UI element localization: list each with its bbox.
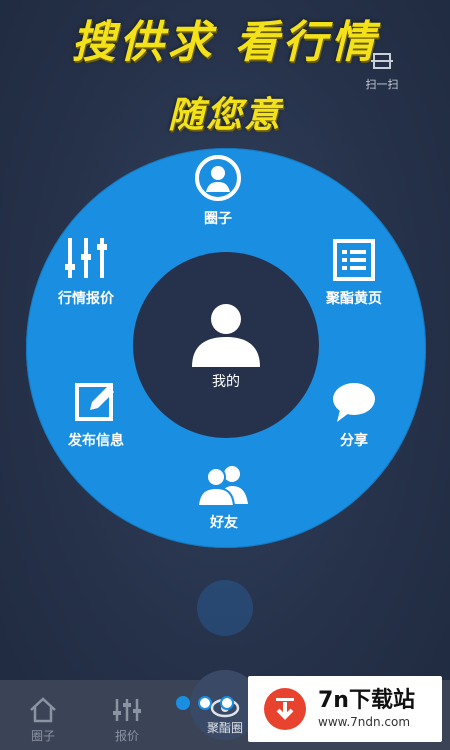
user-silhouette-icon [192,304,260,367]
tab-label-polyester-circle: 聚酯圈 [206,721,243,735]
background-glow [197,580,253,636]
menu-label-publish: 发布信息 [68,433,124,449]
tab-quotes[interactable]: 报价 [97,697,157,744]
edit-icon [75,383,114,421]
list-doc-icon [333,239,375,281]
menu-item-publish[interactable]: 发布信息 [68,380,124,450]
menu-item-circle[interactable]: 圈子 [194,154,242,228]
page-dot[interactable] [220,696,234,710]
watermark-title: 7n下载站 [318,688,415,713]
download-logo-icon [264,688,306,730]
page-indicator [176,696,234,710]
my-profile-button[interactable]: 我的 [133,252,319,438]
tab-label-quotes: 报价 [114,729,139,743]
menu-label-circle: 圈子 [204,211,232,227]
menu-item-share[interactable]: 分享 [331,380,377,450]
menu-label-friends: 好友 [210,515,238,531]
sliders-icon [65,238,107,278]
page-dot[interactable] [176,696,190,710]
page-dot[interactable] [198,696,212,710]
home-icon [30,697,56,723]
scan-icon [371,53,393,69]
person-circle-icon [195,155,241,201]
menu-label-share: 分享 [340,433,368,449]
tab-label-circle: 圈子 [30,729,55,743]
menu-item-yellow-pages[interactable]: 聚酯黄页 [326,238,382,308]
menu-item-friends[interactable]: 好友 [196,462,252,532]
menu-item-quotes[interactable]: 行情报价 [58,234,114,308]
menu-label-quotes: 行情报价 [58,291,114,307]
watermark-badge: 7n下载站 www.7ndn.com [248,676,442,742]
slogan-line-2: 随您意 [167,94,282,136]
scan-button[interactable]: 扫一扫 [360,52,404,92]
friends-icon [196,466,248,506]
menu-label-yellow-pages: 聚酯黄页 [326,291,382,307]
tab-circle[interactable]: 圈子 [13,697,73,744]
my-profile-label: 我的 [212,374,240,390]
watermark-url: www.7ndn.com [318,715,411,729]
scan-label: 扫一扫 [365,78,399,91]
chat-bubble-icon [333,383,375,422]
sliders-icon [113,699,141,721]
